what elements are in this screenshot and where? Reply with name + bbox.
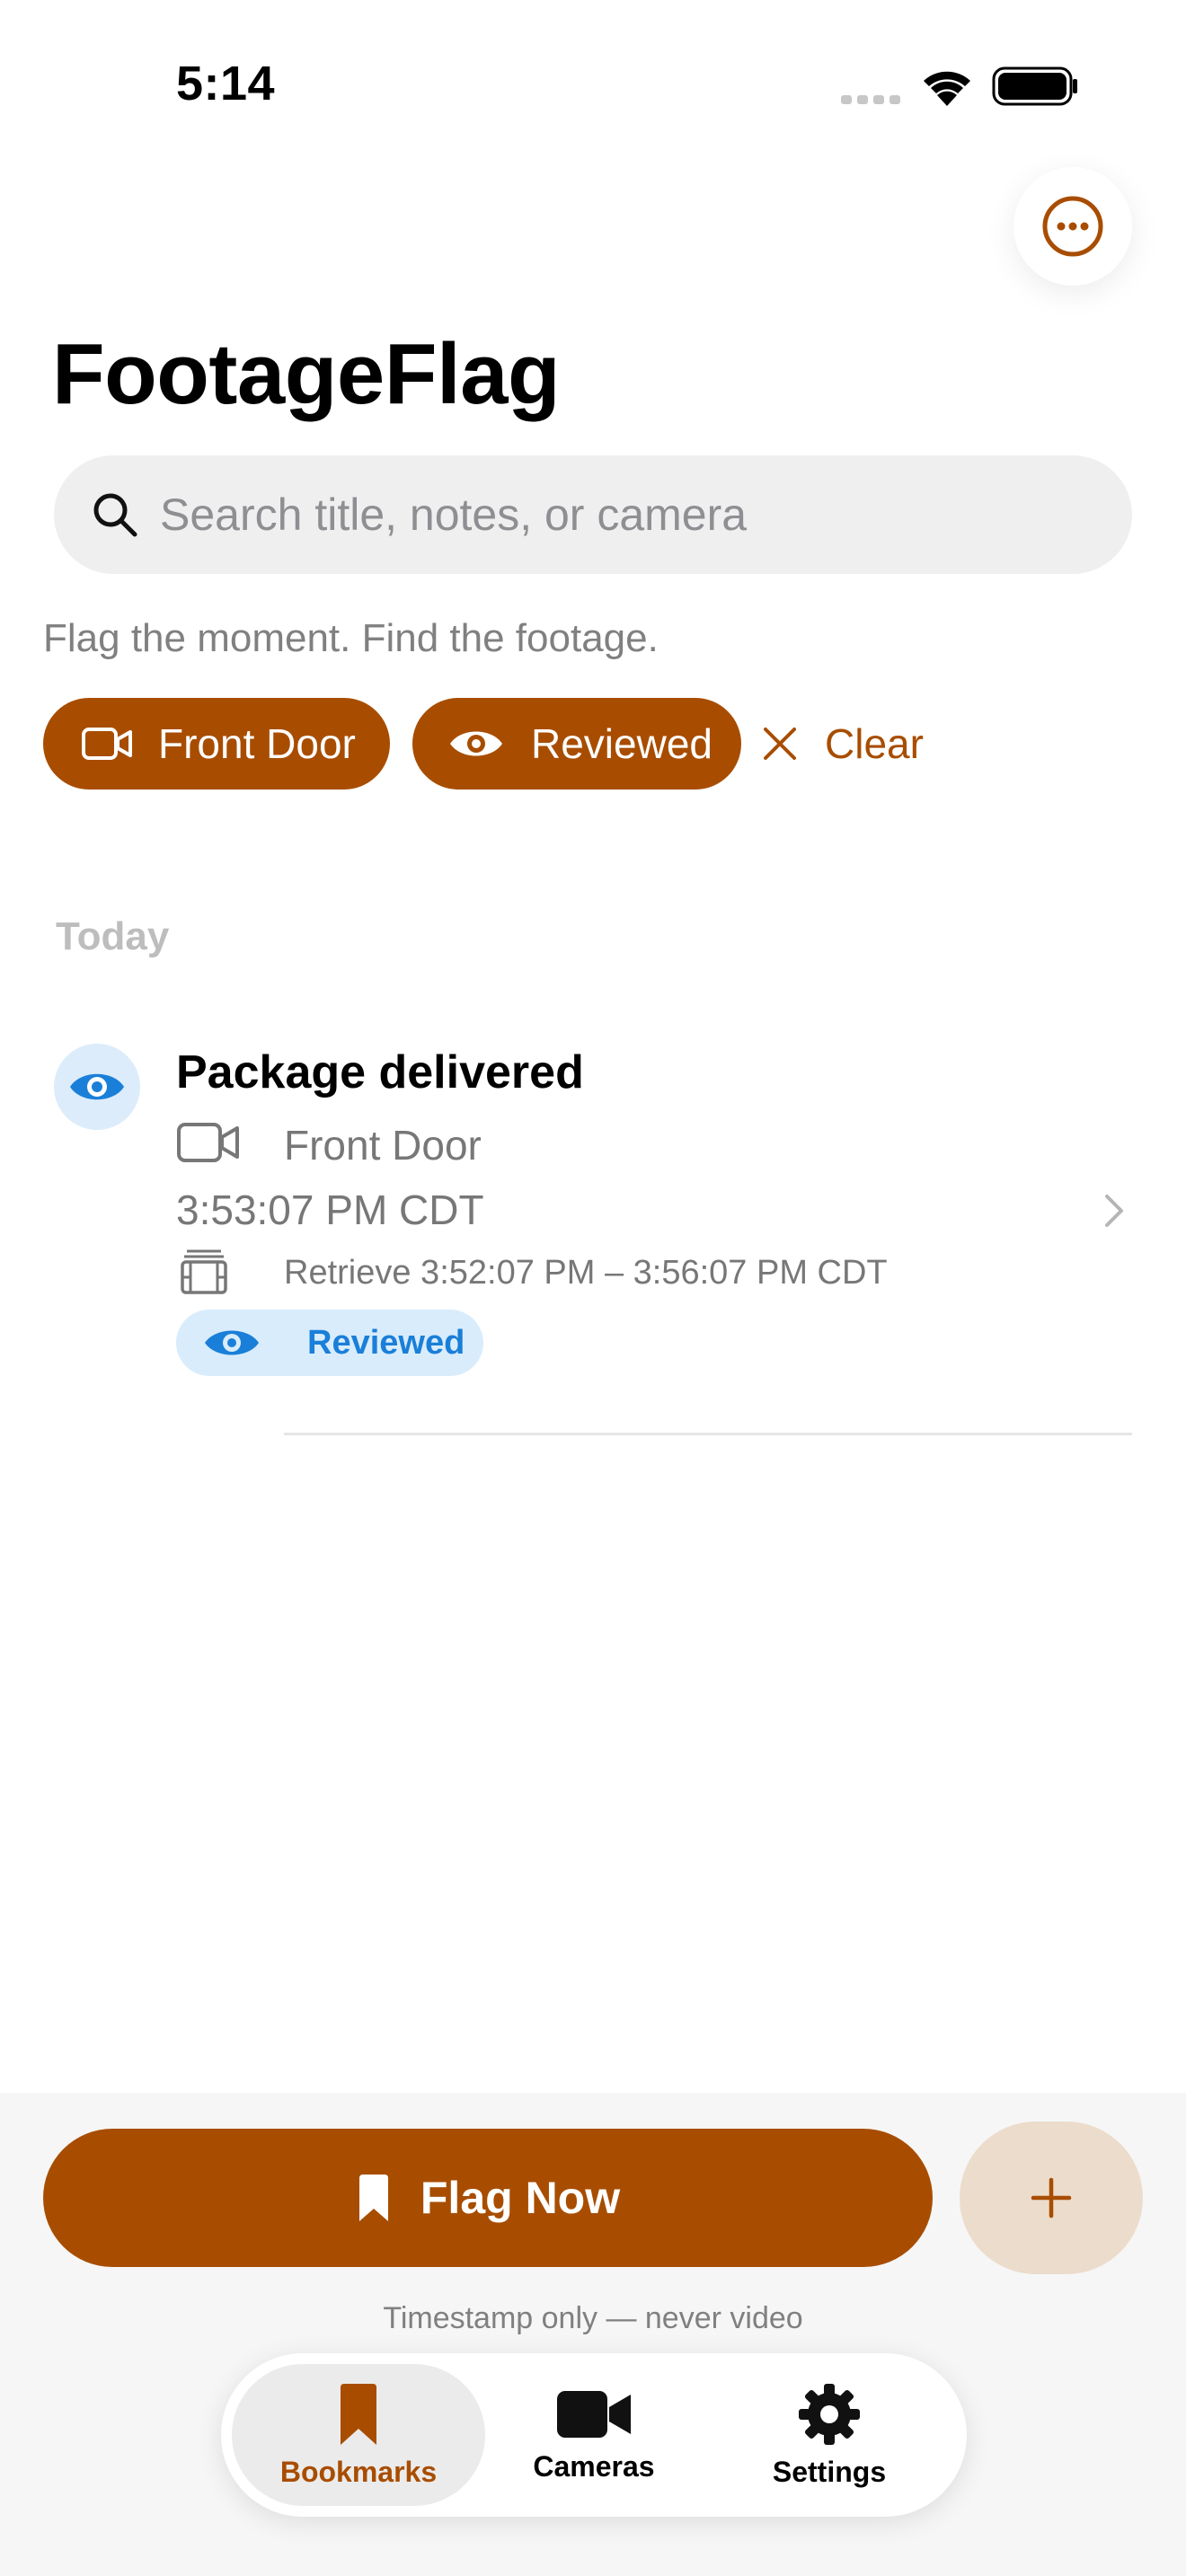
video-camera-icon	[176, 1121, 241, 1169]
flag-now-label: Flag Now	[420, 2173, 621, 2223]
bookmark-icon	[358, 2175, 388, 2221]
footnote: Timestamp only — never video	[383, 2301, 803, 2335]
more-button[interactable]	[1013, 167, 1132, 286]
filter-chip-label: Front Door	[158, 720, 356, 767]
clear-filters-button[interactable]: Clear	[762, 716, 924, 772]
page-title: FootageFlag	[52, 326, 561, 422]
bookmark-title: Package delivered	[176, 1046, 584, 1098]
video-camera-icon	[82, 728, 132, 760]
close-icon	[764, 728, 796, 760]
status-badge: Reviewed	[176, 1310, 483, 1376]
tagline: Flag the moment. Find the footage.	[43, 616, 659, 660]
filter-chip-camera[interactable]: Front Door	[43, 698, 390, 790]
bookmark-retrieve-window: Retrieve 3:52:07 PM – 3:56:07 PM CDT	[284, 1254, 888, 1292]
status-time: 5:14	[176, 57, 276, 110]
tab-settings[interactable]: Settings	[703, 2364, 956, 2506]
tab-bar: Bookmarks Cameras Settings	[221, 2353, 967, 2517]
film-icon	[180, 1248, 228, 1300]
filter-chip-label: Reviewed	[531, 720, 712, 767]
add-button[interactable]	[960, 2122, 1143, 2274]
eye-icon	[70, 1073, 124, 1100]
bookmark-camera: Front Door	[284, 1122, 482, 1169]
section-header: Today	[56, 914, 170, 958]
tab-cameras[interactable]: Cameras	[467, 2364, 721, 2506]
reviewed-badge	[54, 1044, 140, 1130]
battery-icon	[992, 66, 1077, 106]
filter-chip-reviewed[interactable]: Reviewed	[412, 698, 741, 790]
gear-icon	[799, 2383, 860, 2445]
plus-icon	[1031, 2177, 1072, 2219]
cellular-signal-icon	[841, 95, 900, 104]
status-label: Reviewed	[307, 1323, 465, 1362]
ellipsis-circle-icon	[1042, 196, 1103, 257]
bookmark-time: 3:53:07 PM CDT	[176, 1187, 484, 1233]
eye-icon	[205, 1330, 259, 1355]
status-icons	[836, 63, 1078, 108]
tab-label: Bookmarks	[279, 2455, 438, 2488]
wifi-icon	[924, 71, 970, 106]
search-input[interactable]	[160, 489, 1094, 541]
search-bar[interactable]	[54, 455, 1132, 574]
bookmark-icon	[341, 2383, 376, 2445]
tab-label: Settings	[772, 2455, 887, 2488]
flag-now-button[interactable]: Flag Now	[43, 2129, 933, 2267]
eye-icon	[450, 731, 502, 756]
chevron-right-icon	[1102, 1193, 1127, 1233]
search-icon	[93, 493, 137, 537]
tab-label: Cameras	[533, 2449, 655, 2483]
tab-bookmarks[interactable]: Bookmarks	[232, 2364, 485, 2506]
video-camera-icon	[557, 2390, 631, 2438]
clear-label: Clear	[825, 720, 924, 767]
row-divider	[284, 1433, 1132, 1435]
